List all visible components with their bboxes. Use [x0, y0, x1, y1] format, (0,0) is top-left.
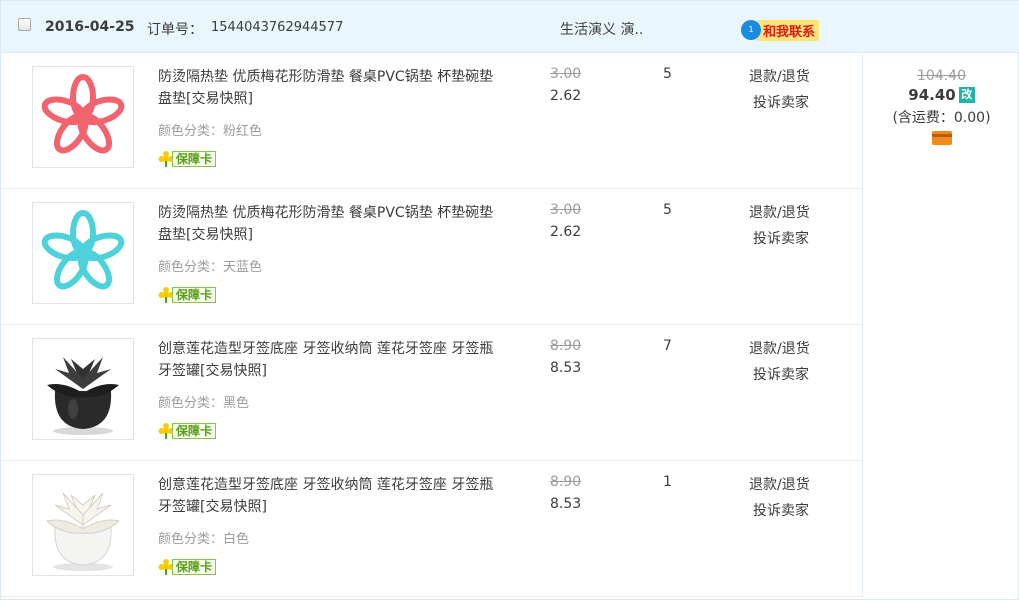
price-modified-badge: 改 [958, 87, 975, 103]
product-spec: 颜色分类：天蓝色 [158, 260, 263, 275]
pink-flower-mat-image [41, 74, 125, 154]
blue-flower-mat-image [41, 210, 125, 290]
original-price: 3.00 [550, 66, 582, 82]
unit-price: 2.62 [550, 88, 582, 104]
shop-name-link[interactable]: 生活演义 演.. [560, 19, 643, 39]
original-total: 104.40 [917, 68, 966, 84]
complain-seller-link[interactable]: 投诉卖家 [753, 500, 809, 520]
quantity: 5 [663, 202, 672, 218]
guarantee-label: 保障卡 [172, 423, 217, 439]
complain-seller-link[interactable]: 投诉卖家 [753, 92, 809, 112]
order-item-row: 防烫隔热垫 优质梅花形防滑垫 餐桌PVC锅垫 杯垫碗垫盘垫[交易快照] 颜色分类… [1, 189, 862, 325]
refund-link[interactable]: 退款/退货 [749, 474, 810, 494]
refund-link[interactable]: 退款/退货 [749, 66, 810, 86]
credit-card-icon[interactable] [931, 131, 952, 145]
guarantee-badge[interactable]: 保障卡 [158, 423, 217, 439]
contact-label: 和我联系 [757, 19, 820, 41]
complain-seller-link[interactable]: 投诉卖家 [753, 228, 809, 248]
quantity: 1 [663, 474, 672, 490]
order-total: 94.40 改 [863, 86, 1019, 104]
order-select-checkbox[interactable] [18, 18, 31, 31]
order-header: 2016-04-25 订单号： 1544043762944577 生活演义 演.… [1, 1, 1019, 53]
product-thumbnail[interactable] [32, 338, 134, 440]
original-price: 8.90 [550, 338, 582, 354]
refund-link[interactable]: 退款/退货 [749, 338, 810, 358]
product-title-link[interactable]: 防烫隔热垫 优质梅花形防滑垫 餐桌PVC锅垫 杯垫碗垫盘垫[交易快照] [158, 66, 498, 110]
unit-price: 8.53 [550, 360, 582, 376]
order-number-label: 订单号： [147, 22, 203, 38]
white-lotus-holder-image [45, 492, 121, 571]
guarantee-badge[interactable]: 保障卡 [158, 287, 217, 303]
product-title-link[interactable]: 创意莲花造型牙签底座 牙签收纳筒 莲花牙签座 牙签瓶牙签罐[交易快照] [158, 474, 498, 518]
product-title-link[interactable]: 防烫隔热垫 优质梅花形防滑垫 餐桌PVC锅垫 杯垫碗垫盘垫[交易快照] [158, 202, 498, 246]
order-number: 1544043762944577 [211, 20, 344, 35]
product-spec: 颜色分类：粉红色 [158, 124, 263, 139]
original-price: 8.90 [550, 474, 582, 490]
guarantee-label: 保障卡 [172, 287, 217, 303]
product-thumbnail[interactable] [32, 202, 134, 304]
order-item-row: 创意莲花造型牙签底座 牙签收纳筒 莲花牙签座 牙签瓶牙签罐[交易快照] 颜色分类… [1, 461, 862, 597]
original-price: 3.00 [550, 202, 582, 218]
quantity: 5 [663, 66, 672, 82]
product-spec: 颜色分类：黑色 [158, 396, 250, 411]
product-thumbnail[interactable] [32, 474, 134, 576]
shipping-fee: (含运费：0.00) [892, 110, 991, 126]
guarantee-badge[interactable]: 保障卡 [158, 151, 217, 167]
guarantee-label: 保障卡 [172, 559, 217, 575]
unit-price: 2.62 [550, 224, 582, 240]
product-title-link[interactable]: 创意莲花造型牙签底座 牙签收纳筒 莲花牙签座 牙签瓶牙签罐[交易快照] [158, 338, 498, 382]
product-spec: 颜色分类：白色 [158, 532, 250, 547]
chat-bubble-icon: 1 [741, 20, 761, 40]
total-amount: 94.40 [908, 86, 956, 104]
complain-seller-link[interactable]: 投诉卖家 [753, 364, 809, 384]
order-item-row: 防烫隔热垫 优质梅花形防滑垫 餐桌PVC锅垫 杯垫碗垫盘垫[交易快照] 颜色分类… [1, 53, 862, 189]
guarantee-label: 保障卡 [172, 151, 217, 167]
refund-link[interactable]: 退款/退货 [749, 202, 810, 222]
quantity: 7 [663, 338, 672, 354]
product-thumbnail[interactable] [32, 66, 134, 168]
order-card: 2016-04-25 订单号： 1544043762944577 生活演义 演.… [0, 0, 1019, 600]
order-item-row: 创意莲花造型牙签底座 牙签收纳筒 莲花牙签座 牙签瓶牙签罐[交易快照] 颜色分类… [1, 325, 862, 461]
order-date: 2016-04-25 [45, 19, 135, 35]
black-lotus-holder-image [47, 357, 119, 435]
guarantee-badge[interactable]: 保障卡 [158, 559, 217, 575]
order-total-column: 104.40 94.40 改 (含运费：0.00) [863, 53, 1019, 145]
unit-price: 8.53 [550, 496, 582, 512]
contact-seller-button[interactable]: 1 和我联系 [741, 19, 820, 41]
